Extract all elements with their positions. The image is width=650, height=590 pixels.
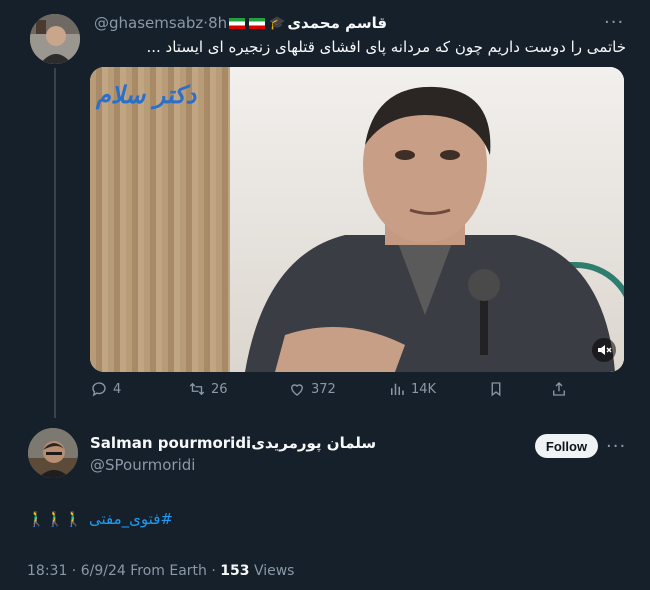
reply-views-label: Views	[253, 563, 295, 579]
follow-button[interactable]: Follow	[535, 434, 598, 458]
views-icon	[391, 383, 404, 395]
bookmark-button[interactable]	[487, 380, 505, 398]
flag-icon	[249, 17, 266, 29]
reply-views-count: 153	[220, 563, 250, 579]
share-icon	[553, 382, 565, 396]
video-curtain	[90, 67, 230, 372]
tweet-header: قاسم محمدی 🎓 @ghasemsabz·8h	[90, 12, 626, 34]
more-icon[interactable]: ···	[604, 12, 624, 33]
reply-meta: 18:31 · 6/9/24 From Earth · 153 Views	[27, 563, 294, 579]
walking-emojis: 🚶‍♂️🚶‍♂️🚶‍♂️	[27, 510, 84, 528]
tweet-actions: 4 26 372 14K	[90, 380, 624, 402]
like-count: 372	[311, 381, 336, 397]
views-count: 14K	[411, 381, 437, 397]
video-person	[245, 86, 615, 372]
tweet-video[interactable]: دکتر سلام	[90, 67, 624, 372]
reply-author-handle[interactable]: @SPourmoridi	[90, 456, 195, 474]
thread-line	[54, 68, 56, 418]
reply-text: #فتوی_مفتی 🚶‍♂️🚶‍♂️🚶‍♂️	[27, 510, 173, 528]
views-button[interactable]: 14K	[388, 380, 436, 398]
graduation-cap-icon: 🎓	[269, 15, 286, 31]
tweet-text: خاتمی را دوست داریم چون که مردانه پای اف…	[146, 38, 626, 56]
retweet-count: 26	[211, 381, 228, 397]
reply-timestamp[interactable]: 18:31 · 6/9/24 From Earth ·	[27, 563, 216, 579]
author-name[interactable]: قاسم محمدی	[287, 14, 387, 32]
reply-icon	[92, 382, 106, 397]
video-watermark: دکتر سلام	[96, 81, 197, 109]
author-avatar[interactable]	[30, 14, 80, 64]
flag-icon	[229, 17, 246, 29]
more-icon[interactable]: ···	[606, 436, 626, 457]
tweet-time: 8h	[208, 14, 228, 32]
mute-icon[interactable]	[592, 338, 616, 362]
retweet-button[interactable]: 26	[188, 380, 228, 398]
like-button[interactable]: 372	[288, 380, 336, 398]
retweet-icon	[189, 382, 205, 396]
like-icon	[291, 384, 303, 396]
reply-count: 4	[113, 381, 122, 397]
reply-author-avatar[interactable]	[28, 428, 78, 478]
share-button[interactable]	[550, 380, 568, 398]
reply-author-name[interactable]: Salman pourmoridiسلمان پورمریدی	[90, 434, 376, 452]
hashtag-link[interactable]: #فتوی_مفتی	[89, 510, 173, 528]
reply-button[interactable]: 4	[90, 380, 121, 398]
bookmark-icon	[491, 382, 501, 397]
author-handle[interactable]: @ghasemsabz·8h	[94, 14, 227, 32]
